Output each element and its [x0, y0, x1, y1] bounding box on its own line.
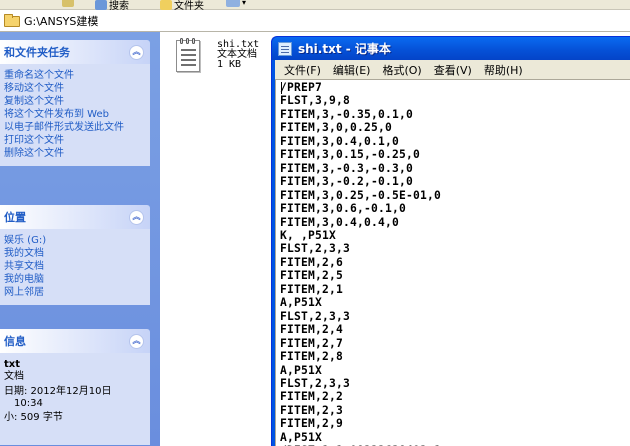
file-tasks-header[interactable]: 和文件夹任务 ︽ [0, 40, 150, 64]
code-line: FITEM,2,8 [280, 350, 344, 364]
code-line: FITEM,2,7 [280, 336, 344, 350]
place-shared-documents[interactable]: 共享文档 [4, 260, 146, 273]
chevron-up-icon[interactable]: ︽ [129, 209, 144, 225]
code-line: FITEM,3,0.6,-0.1,0 [280, 202, 407, 216]
back-button[interactable] [62, 0, 74, 7]
text-caret [281, 82, 282, 94]
code-line: FITEM,3,0,0.25,0 [280, 121, 393, 135]
ring [186, 38, 189, 44]
code-line: FLST,2,3,3 [280, 242, 351, 256]
notepad-text-area[interactable]: /PREP7 FLST,3,9,8 FITEM,3,-0.35,0.1,0 FITEM… [275, 79, 630, 446]
details-file-type: 文档 [4, 371, 24, 382]
details-title: 信息 [4, 335, 26, 348]
code-line: FITEM,2,3 [280, 403, 344, 417]
code-line: FITEM,2,9 [280, 417, 344, 431]
text-line [181, 49, 196, 51]
code-line: FITEM,2,1 [280, 282, 344, 296]
code-line: FITEM,3,-0.2,-0.1,0 [280, 175, 414, 189]
screen: 搜索 文件夹 ▾ G:\ANSYS建模 和文件夹任务 ︽ 重命名这个文件 移动这… [0, 0, 630, 446]
chevron-up-icon[interactable]: ︽ [129, 333, 144, 349]
file-item-label[interactable]: shi.txt 文本文档 1 KB [217, 40, 259, 70]
text-line [181, 54, 196, 56]
code-line: FITEM,2,5 [280, 269, 344, 283]
chevron-down-icon: ▾ [242, 0, 247, 7]
code-line: FITEM,2,4 [280, 323, 344, 337]
notepad-title-bar[interactable]: shi.txt - 记事本 [272, 37, 630, 60]
search-icon [95, 0, 107, 10]
file-tasks-panel: 和文件夹任务 ︽ 重命名这个文件 移动这个文件 复制这个文件 将这个文件发布到 … [0, 40, 150, 166]
notepad-icon [278, 41, 292, 56]
code-line: K, ,P51X [280, 228, 337, 242]
place-my-documents[interactable]: 我的文档 [4, 247, 146, 260]
menu-format[interactable]: 格式(O) [377, 62, 428, 78]
other-places-body: 娱乐 (G:) 我的文档 共享文档 我的电脑 网上邻居 [0, 229, 150, 305]
code-line: FITEM,2,6 [280, 255, 344, 269]
menu-view[interactable]: 查看(V) [429, 62, 479, 78]
address-path: G:\ANSYS建模 [24, 15, 99, 28]
other-places-header[interactable]: 位置 ︽ [0, 205, 150, 229]
task-pane: 和文件夹任务 ︽ 重命名这个文件 移动这个文件 复制这个文件 将这个文件发布到 … [0, 32, 160, 446]
menu-edit[interactable]: 编辑(E) [328, 62, 378, 78]
place-my-computer[interactable]: 我的电脑 [4, 273, 146, 286]
details-panel: 信息 ︽ txt 文档 日期: 2012年12月10日 10:34 小: 509… [0, 329, 150, 445]
task-move[interactable]: 移动这个文件 [4, 82, 146, 95]
code-line: FITEM,3,0.25,-0.5E-01,0 [280, 188, 442, 202]
other-places-title: 位置 [4, 211, 26, 224]
code-line: /PREP7 [280, 81, 323, 94]
task-print[interactable]: 打印这个文件 [4, 134, 146, 147]
views-button[interactable]: ▾ [226, 0, 246, 7]
arrow-icon [62, 0, 74, 7]
code-line: A,P51X [280, 430, 323, 444]
code-line: FLST,2,3,3 [280, 376, 351, 390]
folder-icon [160, 0, 172, 10]
code-line: FLST,3,9,8 [280, 94, 351, 108]
file-size: 1 KB [217, 59, 242, 70]
details-header[interactable]: 信息 ︽ [0, 329, 150, 353]
code-line: A,P51X [280, 296, 323, 310]
code-line: FITEM,2,2 [280, 390, 344, 404]
ring [192, 38, 195, 44]
code-line: FITEM,3,-0.35,0.1,0 [280, 107, 414, 121]
file-tasks-body: 重命名这个文件 移动这个文件 复制这个文件 将这个文件发布到 Web 以电子邮件… [0, 64, 150, 166]
task-rename[interactable]: 重命名这个文件 [4, 69, 146, 82]
text-file-icon[interactable] [176, 38, 200, 72]
file-tasks-title: 和文件夹任务 [4, 46, 70, 59]
details-modified-time: 10:34 [14, 398, 43, 409]
explorer-toolbar: 搜索 文件夹 ▾ [0, 0, 630, 12]
menu-file[interactable]: 文件(F) [279, 62, 328, 78]
task-email[interactable]: 以电子邮件形式发送此文件 [4, 121, 146, 134]
notepad-window: shi.txt - 记事本 文件(F) 编辑(E) 格式(O) 查看(V) 帮助… [271, 36, 630, 446]
address-bar[interactable]: G:\ANSYS建模 [0, 11, 630, 32]
chevron-up-icon[interactable]: ︽ [129, 44, 144, 60]
code-line: FITEM,3,0.4,0.1,0 [280, 134, 400, 148]
views-icon [226, 0, 240, 7]
folder-icon [4, 13, 20, 27]
menu-help[interactable]: 帮助(H) [479, 62, 530, 78]
code-line: FLST,2,3,3 [280, 309, 351, 323]
code-line: FITEM,3,0.15,-0.25,0 [280, 148, 421, 162]
task-publish-web[interactable]: 将这个文件发布到 Web [4, 108, 146, 121]
code-line: FITEM,3,-0.3,-0.3,0 [280, 161, 414, 175]
notepad-menu-bar: 文件(F) 编辑(E) 格式(O) 查看(V) 帮助(H) [275, 60, 630, 79]
place-drive-g[interactable]: 娱乐 (G:) [4, 234, 146, 247]
details-body: txt 文档 日期: 2012年12月10日 10:34 小: 509 字节 [0, 353, 150, 445]
place-network[interactable]: 网上邻居 [4, 286, 146, 299]
code-line: A,P51X [280, 363, 323, 377]
text-line [181, 64, 196, 66]
other-places-panel: 位置 ︽ 娱乐 (G:) 我的文档 共享文档 我的电脑 网上邻居 [0, 205, 150, 305]
code-line: FITEM,3,0.4,0.4,0 [280, 215, 400, 229]
task-copy[interactable]: 复制这个文件 [4, 95, 146, 108]
text-line [181, 59, 196, 61]
notepad-title: shi.txt - 记事本 [298, 42, 391, 56]
task-delete[interactable]: 删除这个文件 [4, 147, 146, 160]
details-size: 小: 509 字节 [4, 412, 63, 423]
details-file-name: txt [4, 359, 21, 370]
details-modified-date: 日期: 2012年12月10日 [4, 386, 112, 397]
ring [180, 38, 183, 44]
